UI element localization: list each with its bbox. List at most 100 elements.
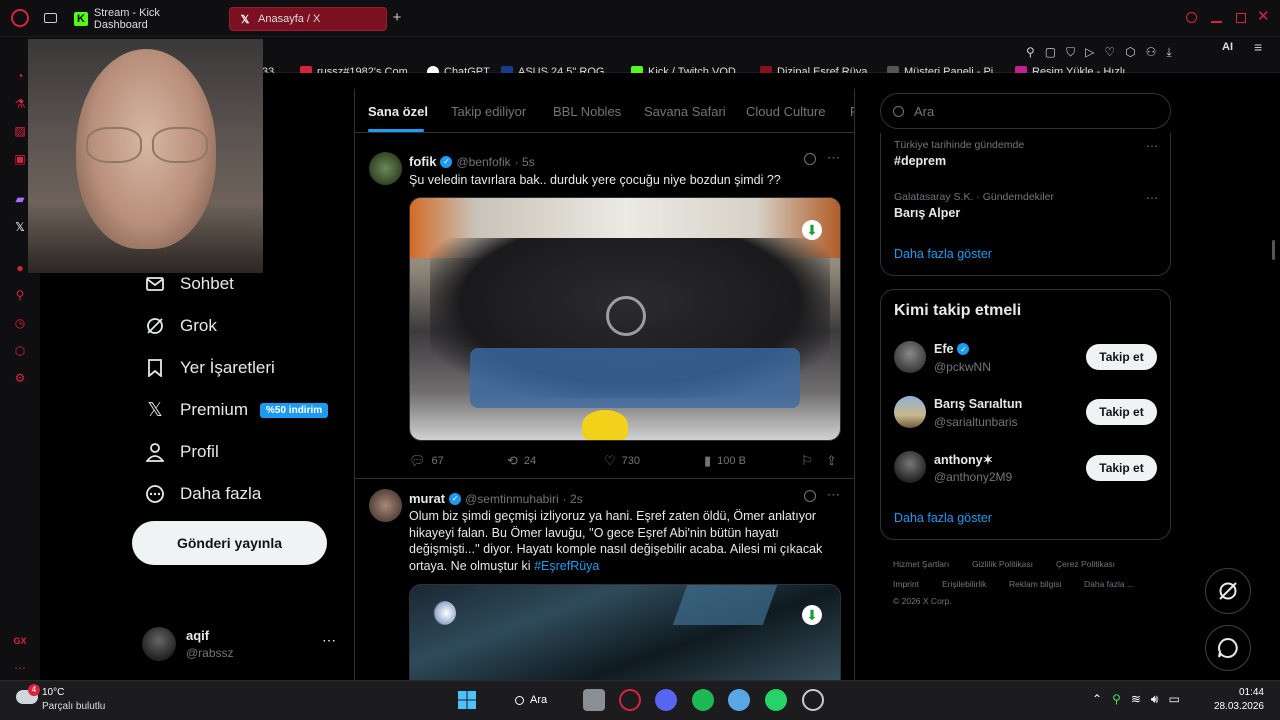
tweet-author-name[interactable]: murat <box>409 491 445 506</box>
nav-chat[interactable]: Sohbet <box>144 273 234 295</box>
heart-icon[interactable]: ♡ <box>1104 45 1115 61</box>
volume-icon[interactable]: 🔊︎ <box>1151 692 1159 708</box>
gx-corner-icon[interactable]: ▨ <box>12 123 28 139</box>
maximize-button[interactable] <box>1236 13 1246 23</box>
history-icon[interactable]: ◷ <box>12 315 28 331</box>
extensions-side-icon[interactable]: ⬡ <box>12 343 28 359</box>
snapshot-icon[interactable]: ▢ <box>1045 45 1056 61</box>
profile-icon[interactable]: ⚇ <box>1146 45 1157 61</box>
microphone-icon[interactable]: ⚲ <box>1112 692 1121 708</box>
bookmark-button[interactable]: ⚐ <box>801 453 819 469</box>
tab-more[interactable]: F <box>850 104 854 119</box>
download-icon[interactable]: ⬇ <box>802 605 822 625</box>
opera-logo-icon[interactable] <box>11 9 29 27</box>
footer-link[interactable]: Hizmet Şartları <box>893 559 949 569</box>
weather-widget[interactable]: 4 10°C Parçalı bulutlu <box>14 684 134 716</box>
nav-premium[interactable]: 𝕏 Premium %50 indirim <box>144 399 329 421</box>
show-more-link[interactable]: Daha fazla göster <box>894 511 992 525</box>
download-icon[interactable]: ⤓ <box>1166 45 1171 61</box>
spotify-icon[interactable] <box>692 689 714 711</box>
suggestion-name[interactable]: anthony✶ <box>934 452 993 467</box>
follow-button[interactable]: Takip et <box>1086 455 1157 481</box>
footer-link[interactable]: Erişilebilirlik <box>942 579 986 589</box>
opera-gx-icon[interactable] <box>619 689 641 711</box>
tweet[interactable]: fofik ✓ @benfofik · 5s ⋯ Şu veledin tavı… <box>355 142 854 478</box>
messenger-icon[interactable]: ▣ <box>12 151 28 167</box>
tweet-video[interactable]: ⬇ <box>409 197 841 441</box>
taskbar-search[interactable]: Ara <box>507 689 565 711</box>
grok-float-button[interactable] <box>1205 568 1251 614</box>
minimize-button[interactable] <box>1211 21 1222 23</box>
clock-time[interactable]: 01:44 <box>1236 687 1264 698</box>
clock-date[interactable]: 28.03.2026 <box>1212 701 1264 712</box>
more-icon[interactable]: ⋯ <box>827 487 840 503</box>
tab-savana-safari[interactable]: Savana Safari <box>644 104 726 119</box>
x-icon[interactable]: 𝕏 <box>12 219 28 235</box>
share-button[interactable]: ⇪ <box>826 453 843 469</box>
battery-icon[interactable]: ▭ <box>1168 692 1179 708</box>
nav-more[interactable]: Daha fazla <box>144 483 261 505</box>
settings-icon[interactable]: ⚙ <box>12 370 28 386</box>
grok-icon[interactable] <box>804 153 816 165</box>
follow-button[interactable]: Takip et <box>1086 399 1157 425</box>
post-button[interactable]: Gönderi yayınla <box>132 521 327 565</box>
footer-link[interactable]: Imprint <box>893 579 919 589</box>
footer-link[interactable]: Gizlilik Politikası <box>972 559 1033 569</box>
discord-icon[interactable] <box>655 689 677 711</box>
footer-link[interactable]: Daha fazla ... <box>1084 579 1134 589</box>
wifi-icon[interactable]: ≋ <box>1131 692 1141 708</box>
account-switcher[interactable]: aqif @rabssz ⋯ <box>142 625 342 665</box>
avatar[interactable] <box>894 451 926 483</box>
tweet-author-handle[interactable]: @semtinmuhabiri <box>465 492 559 506</box>
shield-icon[interactable]: ⛉ <box>1066 45 1075 61</box>
tweet-time[interactable]: · 2s <box>563 492 583 506</box>
page-scrollbar[interactable] <box>1272 240 1275 260</box>
nav-profile[interactable]: Profil <box>144 441 219 463</box>
tweet-author-name[interactable]: fofik <box>409 154 436 169</box>
speed-dial-icon[interactable]: ◔ <box>12 68 28 84</box>
views-button[interactable]: ▮ 100 B <box>704 453 746 469</box>
avatar[interactable] <box>894 396 926 428</box>
tab-kick-dashboard[interactable]: K Stream - Kick Dashboard <box>66 7 224 31</box>
trend-item[interactable]: Türkiye tarihinde gündemde #deprem ⋯ <box>894 139 1162 179</box>
tab-for-you[interactable]: Sana özel <box>368 104 428 119</box>
download-icon[interactable]: ⬇ <box>802 220 822 240</box>
like-button[interactable]: ♡ 730 <box>604 453 640 469</box>
messages-float-button[interactable] <box>1205 625 1251 671</box>
steam-icon[interactable] <box>802 689 824 711</box>
windows-start-icon[interactable] <box>456 689 478 711</box>
whatsapp-icon[interactable] <box>765 689 787 711</box>
pinboard-icon[interactable]: ⚲ <box>12 287 28 303</box>
follow-button[interactable]: Takip et <box>1086 344 1157 370</box>
suggestion-name[interactable]: Barış Sarıaltun <box>934 397 1022 411</box>
tweet-time[interactable]: · 5s <box>515 155 535 169</box>
reply-button[interactable]: 💬︎ 67 <box>409 453 444 469</box>
aria-icon[interactable]: ⚗ <box>12 96 28 112</box>
footer-link[interactable]: Reklam bilgisi <box>1009 579 1061 589</box>
nav-bookmarks[interactable]: Yer İşaretleri <box>144 357 275 379</box>
tweet-author-handle[interactable]: @benfofik <box>456 155 510 169</box>
show-more-link[interactable]: Daha fazla göster <box>894 247 992 261</box>
tab-cloud-culture[interactable]: Cloud Culture <box>746 104 826 119</box>
app-icon[interactable] <box>728 689 750 711</box>
search-input[interactable]: Ara <box>880 93 1171 129</box>
chevron-up-icon[interactable]: ⌃ <box>1092 692 1102 708</box>
extensions-icon[interactable]: ⬡ <box>1125 45 1135 61</box>
play-icon[interactable]: ▷ <box>1085 45 1094 61</box>
ai-button[interactable]: AI <box>1222 41 1233 53</box>
play-icon[interactable] <box>606 296 646 336</box>
workspaces-icon[interactable] <box>44 13 57 23</box>
tab-following[interactable]: Takip ediliyor <box>451 104 526 119</box>
file-explorer-icon[interactable] <box>583 689 605 711</box>
spotify-icon[interactable]: ● <box>12 260 28 276</box>
tab-bbl-nobles[interactable]: BBL Nobles <box>553 104 621 119</box>
tab-x-home[interactable]: 𝕏 Anasayfa / X <box>229 7 387 31</box>
footer-link[interactable]: Çerez Politikası <box>1056 559 1115 569</box>
pin-icon[interactable]: ⚲ <box>1026 45 1035 61</box>
twitch-icon[interactable]: ▰ <box>12 191 28 207</box>
more-icon[interactable]: ⋯ <box>12 660 28 676</box>
hashtag-link[interactable]: #EşrefRüya <box>534 559 599 573</box>
close-window-button[interactable]: ✕ <box>1257 9 1271 25</box>
menu-icon[interactable]: ≡ <box>1254 39 1262 55</box>
nav-grok[interactable]: Grok <box>144 315 217 337</box>
